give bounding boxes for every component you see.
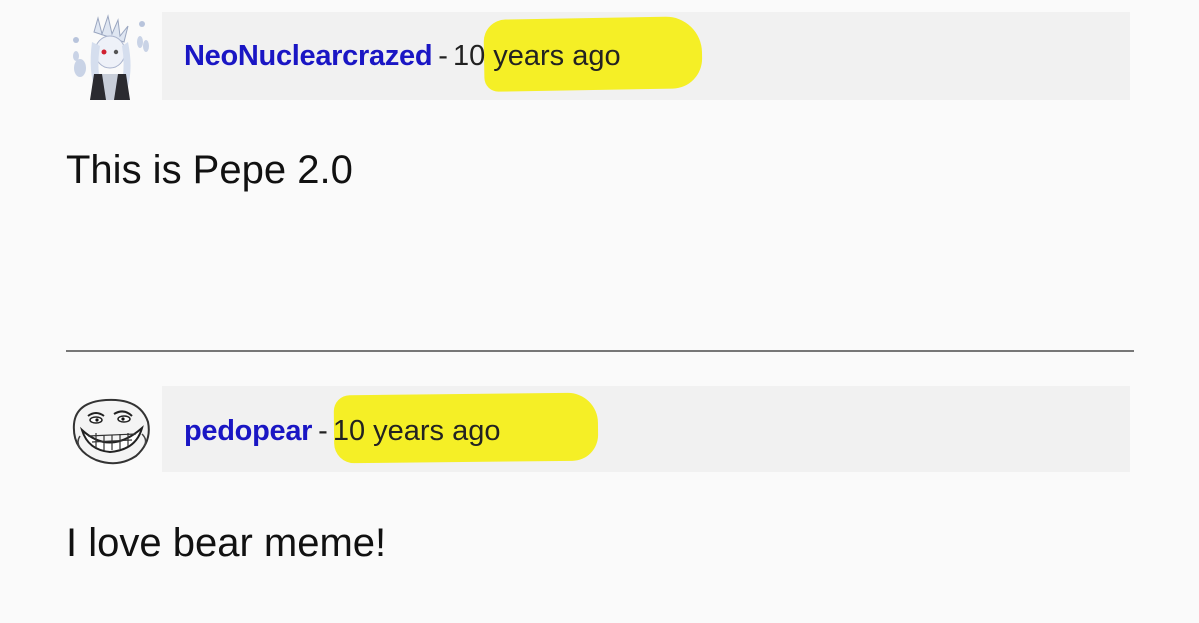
comment-header: NeoNuclearcrazed -10 years ago — [162, 12, 1130, 100]
separator: - — [438, 40, 448, 72]
comment-body: I love bear meme! — [66, 521, 387, 565]
username-link[interactable]: pedopear — [184, 415, 312, 447]
user-avatar[interactable] — [66, 12, 154, 100]
username-link[interactable]: NeoNuclearcrazed — [184, 40, 433, 72]
separator: - — [318, 415, 328, 447]
trollface-avatar-icon — [66, 386, 154, 474]
comment-body: This is Pepe 2.0 — [66, 148, 353, 192]
user-avatar[interactable] — [66, 386, 154, 474]
anime-character-avatar-icon — [66, 12, 154, 100]
timestamp: 10 years ago — [452, 40, 621, 72]
divider — [66, 350, 1134, 352]
comment-header: pedopear -10 years ago — [162, 386, 1130, 472]
timestamp: 10 years ago — [332, 415, 501, 447]
